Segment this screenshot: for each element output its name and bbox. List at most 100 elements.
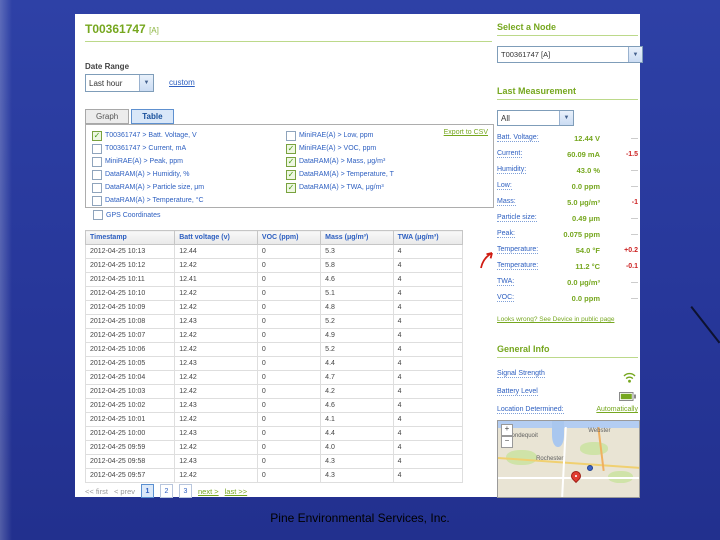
parameter-checkbox-item[interactable]: T00361747 > Current, mA xyxy=(92,142,280,155)
parameter-checkbox-item[interactable]: DataRAM(A) > Particle size, μm xyxy=(92,181,280,194)
table-cell: 4 xyxy=(392,314,464,329)
measurement-delta: -1.5 xyxy=(625,150,638,158)
table-cell: 12.42 xyxy=(174,384,258,399)
table-cell: 0 xyxy=(256,412,322,427)
measurement-label[interactable]: Peak: xyxy=(497,230,515,238)
measurement-label[interactable]: Humidity: xyxy=(497,166,527,174)
pagination-page-2[interactable]: 2 xyxy=(160,484,173,498)
table-cell: 12.42 xyxy=(174,300,258,315)
date-range-select[interactable]: Last hour ▼ xyxy=(85,74,154,92)
measurement-label[interactable]: Temperature: xyxy=(497,262,539,270)
pagination: << first < prev 1 2 3 next > last >> xyxy=(85,484,247,498)
public-page-link[interactable]: Looks wrong? See Device in public page xyxy=(497,316,638,323)
parameter-checkbox-item[interactable]: ✓ DataRAM(A) > Mass, μg/m³ xyxy=(286,155,446,168)
table-cell: 4.7 xyxy=(320,370,394,385)
measurement-value: 5.0 μg/m³ xyxy=(567,198,600,207)
signal-strength-label[interactable]: Signal Strength xyxy=(497,370,545,378)
table-cell: 4 xyxy=(392,244,464,259)
parameter-checkbox-item[interactable]: ✓ DataRAM(A) > TWA, μg/m³ xyxy=(286,181,446,194)
custom-range-link[interactable]: custom xyxy=(169,78,195,87)
tab-graph[interactable]: Graph xyxy=(85,109,130,124)
table-row: 2012-04-25 10:04 12.42 0 4.7 4 xyxy=(84,370,464,385)
table-row: 2012-04-25 09:58 12.43 0 4.3 4 xyxy=(84,454,464,469)
measurement-label[interactable]: Mass: xyxy=(497,198,516,206)
parameter-checkbox-item[interactable]: MiniRAE(A) > Peak, ppm xyxy=(92,155,280,168)
pagination-page-1[interactable]: 1 xyxy=(141,484,154,498)
measurement-delta: +0.2 xyxy=(624,246,638,254)
pagination-last[interactable]: last >> xyxy=(225,487,248,496)
checkbox-icon[interactable]: ✓ xyxy=(92,130,102,141)
export-csv-link[interactable]: Export to CSV xyxy=(444,129,488,136)
column-header[interactable]: TWA (μg/m³) xyxy=(392,230,464,245)
node-select-value: T00361747 [A] xyxy=(501,50,551,59)
main-content: T00361747 [A] Date Range Last hour ▼ cus… xyxy=(84,22,494,498)
zoom-in-button[interactable]: + xyxy=(501,424,513,436)
parameter-checkbox-item[interactable]: DataRAM(A) > Temperature, °C xyxy=(92,194,280,207)
table-cell: 4.8 xyxy=(320,300,394,315)
table-cell: 2012-04-25 10:10 xyxy=(84,286,176,301)
parameter-checkbox-item[interactable]: MiniRAE(A) > Low, ppm xyxy=(286,129,446,142)
measurement-label[interactable]: TWA: xyxy=(497,278,515,286)
checkbox-icon[interactable] xyxy=(92,156,102,167)
checkbox-icon[interactable] xyxy=(93,210,103,220)
map-marker-blue[interactable] xyxy=(586,465,593,472)
pagination-next[interactable]: next > xyxy=(198,487,219,496)
location-determined-value[interactable]: Automatically xyxy=(596,406,638,413)
column-header[interactable]: VOC (ppm) xyxy=(256,230,322,245)
decorative-line xyxy=(690,306,720,344)
table-cell: 12.42 xyxy=(174,468,258,483)
checkbox-icon[interactable] xyxy=(92,195,102,206)
checkbox-icon[interactable]: ✓ xyxy=(286,143,296,154)
measurement-label[interactable]: Batt. Voltage: xyxy=(497,134,539,142)
measurement-label[interactable]: VOC: xyxy=(497,294,515,302)
checkbox-icon[interactable] xyxy=(92,182,102,193)
gps-coordinates-checkbox[interactable]: GPS Coordinates xyxy=(93,210,160,220)
parameter-checkbox-item[interactable]: ✓ T00361747 > Batt. Voltage, V xyxy=(92,129,280,142)
checkbox-icon[interactable]: ✓ xyxy=(286,156,296,167)
location-determined-label: Location Determined: xyxy=(497,406,564,414)
measurement-row: Low: 0.0 ppm — xyxy=(497,180,638,196)
table-row: 2012-04-25 10:02 12.43 0 4.6 4 xyxy=(84,398,464,413)
measurement-value: 11.2 °C xyxy=(575,262,600,271)
checkbox-icon[interactable] xyxy=(286,130,296,141)
table-cell: 4 xyxy=(392,286,464,301)
map[interactable]: Irondequoit Webster Rochester + − xyxy=(497,420,640,498)
measurement-label[interactable]: Particle size: xyxy=(497,214,537,222)
checkbox-icon[interactable]: ✓ xyxy=(286,182,296,193)
chevron-down-icon[interactable]: ▼ xyxy=(559,111,573,125)
column-header[interactable]: Batt voltage (v) xyxy=(174,230,258,245)
pagination-page-3[interactable]: 3 xyxy=(179,484,192,498)
map-marker-red[interactable] xyxy=(569,469,584,484)
table-cell: 0 xyxy=(256,370,322,385)
measurement-value: 54.0 °F xyxy=(575,246,600,255)
node-select[interactable]: T00361747 [A] ▼ xyxy=(497,46,643,63)
chevron-down-icon[interactable]: ▼ xyxy=(628,47,642,62)
table-cell: 4.6 xyxy=(320,398,394,413)
table-cell: 2012-04-25 10:03 xyxy=(84,384,176,399)
tab-table[interactable]: Table xyxy=(131,109,174,124)
parameter-checkbox-item[interactable]: DataRAM(A) > Humidity, % xyxy=(92,168,280,181)
checkbox-icon[interactable] xyxy=(92,143,102,154)
measurement-filter-select[interactable]: All ▼ xyxy=(497,110,574,126)
parameter-checkbox-item[interactable]: ✓ MiniRAE(A) > VOC, ppm xyxy=(286,142,446,155)
parameter-checkbox-item[interactable]: ✓ DataRAM(A) > Temperature, T xyxy=(286,168,446,181)
table-cell: 12.42 xyxy=(174,370,258,385)
table-cell: 2012-04-25 10:12 xyxy=(84,258,176,273)
table-cell: 2012-04-25 09:59 xyxy=(84,440,176,455)
last-measurement-header: Last Measurement xyxy=(497,86,638,100)
measurement-label[interactable]: Temperature: xyxy=(497,246,539,254)
column-header[interactable]: Timestamp xyxy=(84,230,176,245)
measurement-label[interactable]: Current: xyxy=(497,150,523,158)
checkbox-icon[interactable] xyxy=(92,169,102,180)
chevron-down-icon[interactable]: ▼ xyxy=(139,75,153,91)
checkbox-icon[interactable]: ✓ xyxy=(286,169,296,180)
table-cell: 0 xyxy=(256,454,322,469)
measurement-label[interactable]: Low: xyxy=(497,182,512,190)
battery-level-label[interactable]: Battery Level xyxy=(497,388,538,396)
table-cell: 12.43 xyxy=(174,314,258,329)
table-cell: 2012-04-25 10:11 xyxy=(84,272,176,287)
zoom-out-button[interactable]: − xyxy=(501,436,513,448)
parameter-label: MiniRAE(A) > Low, ppm xyxy=(299,132,374,139)
table-cell: 12.44 xyxy=(174,244,258,259)
column-header[interactable]: Mass (μg/m³) xyxy=(320,230,394,245)
